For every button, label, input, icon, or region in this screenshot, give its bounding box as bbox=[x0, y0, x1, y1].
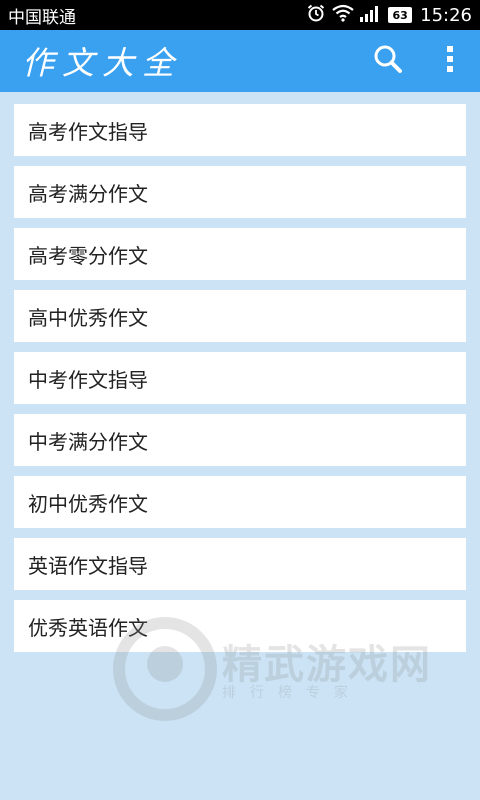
list-item[interactable]: 高中优秀作文 bbox=[14, 290, 466, 342]
more-vert-icon bbox=[445, 45, 455, 77]
list-item[interactable]: 高考满分作文 bbox=[14, 166, 466, 218]
app-bar: 作文大全 bbox=[0, 30, 480, 92]
wifi-icon bbox=[332, 4, 354, 27]
list-item[interactable]: 中考作文指导 bbox=[14, 352, 466, 404]
list-item[interactable]: 高考零分作文 bbox=[14, 228, 466, 280]
status-bar: 中国联通 63 15:26 bbox=[0, 0, 480, 30]
list-item[interactable]: 高考作文指导 bbox=[14, 104, 466, 156]
alarm-icon bbox=[306, 3, 326, 28]
status-icons: 63 15:26 bbox=[306, 3, 472, 28]
signal-icon bbox=[360, 4, 382, 27]
overflow-menu-button[interactable] bbox=[438, 37, 462, 85]
content-area: 高考作文指导 高考满分作文 高考零分作文 高中优秀作文 中考作文指导 中考满分作… bbox=[0, 92, 480, 800]
category-list: 高考作文指导 高考满分作文 高考零分作文 高中优秀作文 中考作文指导 中考满分作… bbox=[14, 104, 466, 652]
list-item[interactable]: 中考满分作文 bbox=[14, 414, 466, 466]
clock: 15:26 bbox=[420, 4, 472, 26]
search-button[interactable] bbox=[364, 37, 412, 85]
app-title: 作文大全 bbox=[22, 44, 183, 82]
list-item[interactable]: 英语作文指导 bbox=[14, 538, 466, 590]
list-item[interactable]: 初中优秀作文 bbox=[14, 476, 466, 528]
battery-indicator: 63 bbox=[388, 7, 413, 23]
app-actions bbox=[364, 37, 462, 85]
search-icon bbox=[372, 43, 404, 79]
carrier-label: 中国联通 bbox=[8, 7, 76, 28]
list-item[interactable]: 优秀英语作文 bbox=[14, 600, 466, 652]
